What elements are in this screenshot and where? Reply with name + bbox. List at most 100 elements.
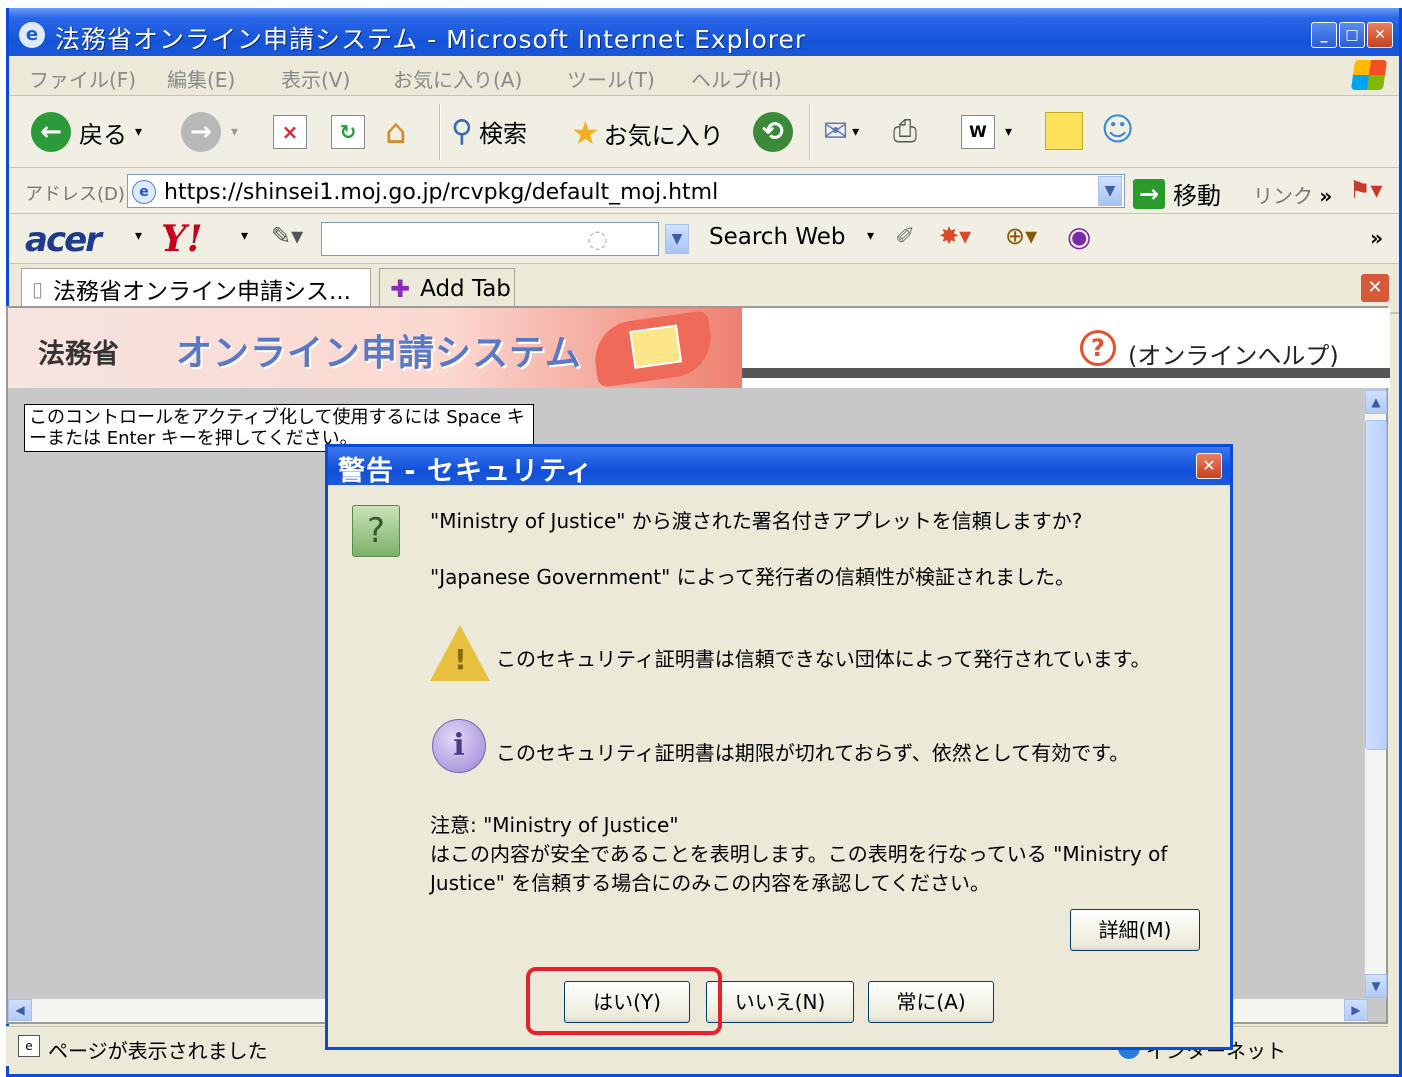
search-dropdown-icon[interactable]: ▼ (665, 224, 689, 254)
scroll-thumb[interactable] (1365, 420, 1387, 750)
note-icon (1045, 112, 1083, 150)
stop-button[interactable]: × (273, 115, 307, 149)
dialog-title-bar[interactable]: 警告 - セキュリティ ✕ (328, 447, 1230, 487)
add-tab-button[interactable]: ✚ Add Tab (379, 268, 515, 310)
favorites-label: お気に入り (603, 121, 724, 150)
yahoo-logo: Y! (161, 218, 203, 260)
links-button[interactable]: リンク » (1253, 180, 1332, 209)
pencil-icon[interactable]: ✎▾ (271, 222, 303, 250)
print-button[interactable]: ⎙ (893, 114, 917, 149)
go-arrow-icon: → (1133, 178, 1165, 209)
always-button[interactable]: 常に(A) (868, 981, 994, 1023)
scroll-left-icon[interactable]: ◀ (8, 999, 32, 1021)
menu-view[interactable]: 表示(V) (281, 64, 350, 93)
back-label: 戻る (79, 120, 127, 149)
system-name: オンライン申請システム (176, 333, 582, 374)
highlight-icon[interactable]: ✐ (895, 222, 915, 250)
menu-tools[interactable]: ツール(T) (567, 64, 655, 93)
refresh-button[interactable]: ↻ (331, 115, 365, 149)
yes-button-highlight (526, 967, 722, 1035)
star-icon: ★ (571, 114, 600, 152)
menu-bar: ファイル(F) 編集(E) 表示(V) お気に入り(A) ツール(T) ヘルプ(… (9, 56, 1399, 96)
search-web-button[interactable]: Search Web (709, 224, 845, 250)
forward-button[interactable]: → ▾ (181, 112, 238, 152)
search-swirl-icon: ◌ (587, 225, 608, 253)
word-icon: W (961, 115, 995, 149)
windows-logo-icon (1350, 60, 1388, 90)
scroll-up-icon[interactable]: ▲ (1365, 390, 1387, 414)
add-tab-label: Add Tab (420, 276, 511, 302)
dialog-close-button[interactable]: ✕ (1196, 453, 1222, 479)
address-url[interactable]: https://shinsei1.moj.go.jp/rcvpkg/defaul… (164, 180, 718, 205)
favorites-button[interactable]: ★ お気に入り (571, 114, 724, 152)
online-help-link[interactable]: (オンラインヘルプ) (1128, 336, 1339, 371)
printer-icon: ⎙ (893, 114, 917, 149)
no-button[interactable]: いいえ(N) (706, 981, 854, 1023)
tab-current[interactable]: ▯ 法務省オンライン申請シス... (21, 268, 371, 310)
yahoo-dropdown-icon[interactable]: ▾ (241, 228, 248, 244)
security-warning-dialog: 警告 - セキュリティ ✕ ? "Ministry of Justice" から… (325, 444, 1233, 1050)
page-icon: e (132, 180, 156, 204)
more-chevron-icon[interactable]: » (1370, 226, 1383, 250)
history-icon: ⟲ (753, 112, 793, 152)
menu-favorites[interactable]: お気に入り(A) (393, 64, 522, 93)
close-button[interactable]: ✕ (1367, 22, 1393, 48)
history-button[interactable]: ⟲ (753, 112, 793, 152)
globe-icon[interactable]: ⊕▾ (1005, 222, 1037, 250)
messenger-circle-icon[interactable]: ◉ (1067, 220, 1091, 253)
ministry-name: 法務省 (38, 339, 119, 370)
standard-toolbar: ← 戻る ▾ → ▾ × ↻ ⌂ ⚲ 検索 ★ お気に入り ⟲ ✉ ▾ ⎙ W ▾ … (9, 96, 1399, 168)
status-text: ページが表示されました (48, 1039, 268, 1063)
go-button[interactable]: → 移動 (1133, 176, 1221, 211)
acer-dropdown-icon[interactable]: ▾ (135, 228, 142, 244)
menu-help[interactable]: ヘルプ(H) (691, 64, 782, 93)
search-button[interactable]: ⚲ 検索 (451, 114, 527, 149)
notes-button[interactable] (1045, 112, 1083, 150)
caution-note: 注意: "Ministry of Justice" はこの内容が安全であることを… (430, 813, 1168, 895)
question-icon: ? (352, 505, 400, 557)
close-tab-icon[interactable]: ✕ (1361, 274, 1389, 302)
page-done-icon: e (18, 1035, 40, 1057)
translate-icon[interactable]: ⚑▾ (1349, 176, 1383, 204)
home-icon: ⌂ (385, 112, 407, 152)
trust-question: "Ministry of Justice" から渡された署名付きアプレットを信頼… (430, 509, 1083, 533)
mail-icon: ✉ (823, 114, 849, 149)
magnifier-icon: ⚲ (451, 114, 473, 149)
mail-button[interactable]: ✉ ▾ (823, 114, 859, 149)
menu-file[interactable]: ファイル(F) (29, 64, 136, 93)
yahoo-search-input[interactable]: ◌ (321, 222, 659, 256)
info-icon: i (432, 719, 486, 773)
acer-logo: acer (25, 220, 102, 260)
messenger-button[interactable]: ☺ (1101, 110, 1134, 148)
details-button[interactable]: 詳細(M) (1070, 909, 1200, 951)
popup-blocker-icon[interactable]: ✸▾ (939, 222, 971, 250)
tab-title: 法務省オンライン申請シス... (53, 279, 351, 305)
go-label: 移動 (1173, 182, 1221, 210)
maximize-button[interactable]: □ (1339, 22, 1365, 48)
window-title: 法務省オンライン申請システム - Microsoft Internet Expl… (55, 25, 807, 54)
refresh-icon: ↻ (331, 115, 365, 149)
home-button[interactable]: ⌂ (385, 112, 407, 152)
address-dropdown-icon[interactable]: ▼ (1098, 176, 1122, 206)
untrusted-issuer-warning: このセキュリティ証明書は信頼できない団体によって発行されています。 (496, 647, 1151, 671)
search-label: 検索 (478, 120, 527, 148)
address-label: アドレス(D) (25, 184, 125, 205)
site-banner: 法務省 オンライン申請システム ? (オンラインヘルプ) (8, 308, 1390, 388)
scroll-down-icon[interactable]: ▼ (1365, 974, 1387, 998)
dialog-title: 警告 - セキュリティ (338, 456, 594, 487)
menu-edit[interactable]: 編集(E) (167, 64, 235, 93)
acer-toolbar: acer ▾ Y! ▾ ✎▾ ◌ ▼ Search Web ▾ ✐ ✸▾ ⊕▾ … (9, 214, 1399, 264)
tab-page-icon: ▯ (32, 277, 44, 301)
scroll-right-icon[interactable]: ▶ (1344, 999, 1368, 1021)
address-input[interactable]: e https://shinsei1.moj.go.jp/rcvpkg/defa… (127, 174, 1125, 208)
messenger-icon: ☺ (1101, 110, 1135, 148)
forward-arrow-icon: → (181, 112, 221, 152)
vertical-scrollbar[interactable]: ▲ ▼ (1364, 390, 1387, 998)
back-button[interactable]: ← 戻る ▾ (31, 112, 142, 152)
edit-button[interactable]: W ▾ (961, 115, 1012, 149)
stop-icon: × (273, 115, 307, 149)
search-web-dropdown-icon[interactable]: ▾ (867, 228, 874, 244)
plus-icon: ✚ (390, 275, 411, 303)
help-icon[interactable]: ? (1080, 330, 1116, 366)
minimize-button[interactable]: _ (1311, 22, 1337, 48)
